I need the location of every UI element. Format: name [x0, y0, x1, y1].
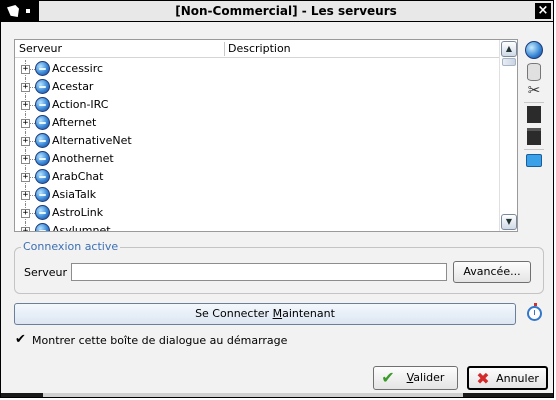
expand-icon[interactable]: + — [21, 65, 30, 74]
list-item[interactable]: + Accessirc — [15, 60, 499, 78]
serveur-label: Serveur : — [24, 266, 75, 279]
checkmark-icon: ✔ — [381, 368, 395, 387]
valider-button[interactable]: ✔ Valider — [373, 366, 458, 390]
server-name: Accessirc — [52, 62, 104, 75]
scroll-thumb[interactable] — [502, 58, 516, 66]
system-menu-icon[interactable] — [1, 1, 39, 21]
clipboard-icon[interactable] — [527, 128, 541, 145]
servers-dialog: [Non-Commercial] - Les serveurs × Serveu… — [0, 0, 554, 398]
connect-label-suffix: aintenant — [282, 307, 335, 320]
globe-icon — [35, 187, 50, 202]
startup-checkbox[interactable]: ✔ — [14, 333, 27, 347]
window-title: [Non-Commercial] - Les serveurs — [175, 4, 397, 18]
server-name: Afternet — [52, 116, 97, 129]
expand-icon[interactable]: + — [21, 119, 30, 128]
connect-label-mnemonic: M — [272, 307, 283, 320]
column-header-serveur[interactable]: Serveur — [19, 42, 62, 55]
server-list[interactable]: Serveur Description + Accessirc + Acestar + A… — [14, 39, 518, 232]
expand-icon[interactable]: + — [21, 101, 30, 110]
expand-icon[interactable]: + — [21, 137, 30, 146]
globe-icon — [35, 97, 50, 112]
connect-now-button[interactable]: Se Connecter Maintenant — [14, 303, 516, 325]
bottom-frame — [1, 393, 553, 397]
list-item[interactable]: + AsiaTalk — [15, 186, 499, 204]
document-icon[interactable] — [527, 106, 541, 123]
database-icon[interactable] — [527, 63, 541, 81]
vertical-scrollbar[interactable]: ▲ ▼ — [499, 40, 517, 231]
list-item[interactable]: + Afternet — [15, 114, 499, 132]
column-header-description[interactable]: Description — [228, 42, 291, 55]
globe-icon — [35, 133, 50, 148]
startup-checkbox-label[interactable]: Montrer cette boîte de dialogue au démar… — [32, 334, 287, 347]
list-item[interactable]: + Action-IRC — [15, 96, 499, 114]
expand-icon[interactable]: + — [21, 173, 30, 182]
server-name: AlternativeNet — [52, 134, 132, 147]
list-item[interactable]: + ArabChat — [15, 168, 499, 186]
globe-icon — [35, 151, 50, 166]
connexion-group-title: Connexion active — [21, 240, 121, 253]
expand-icon[interactable]: + — [21, 227, 30, 231]
server-name: ArabChat — [52, 170, 104, 183]
server-name: Acestar — [52, 80, 94, 93]
annuler-button[interactable]: ✖ Annuler — [467, 366, 548, 390]
list-item[interactable]: + Anothernet — [15, 150, 499, 168]
scroll-up-button[interactable]: ▲ — [501, 41, 517, 57]
valider-label: alider — [413, 371, 445, 384]
server-name: Anothernet — [52, 152, 114, 165]
globe-icon — [35, 79, 50, 94]
globe-icon — [35, 61, 50, 76]
globe-icon — [35, 169, 50, 184]
cross-icon: ✖ — [476, 369, 490, 388]
list-item[interactable]: + AstroLink — [15, 204, 499, 222]
list-item[interactable]: + AlternativeNet — [15, 132, 499, 150]
folder-icon[interactable] — [526, 154, 542, 167]
expand-icon[interactable]: + — [21, 209, 30, 218]
connect-label-prefix: Se Connecter — [195, 307, 273, 320]
globe-icon[interactable] — [525, 41, 543, 59]
serveur-input[interactable] — [71, 263, 447, 281]
title-bar[interactable]: [Non-Commercial] - Les serveurs × — [1, 1, 553, 22]
scroll-down-button[interactable]: ▼ — [501, 214, 517, 230]
server-rows: + Accessirc + Acestar + Action-IRC + Afternet + A… — [15, 60, 499, 231]
expand-icon[interactable]: + — [21, 155, 30, 164]
server-name: Asylumnet — [52, 224, 111, 231]
avancee-button[interactable]: Avancée... — [453, 261, 531, 283]
server-name: Action-IRC — [52, 98, 109, 111]
close-button[interactable]: × — [535, 3, 551, 19]
server-name: AstroLink — [52, 206, 104, 219]
list-item[interactable]: + Asylumnet — [15, 222, 499, 231]
globe-icon — [35, 205, 50, 220]
timer-icon[interactable] — [527, 303, 542, 321]
annuler-label: Annuler — [496, 372, 539, 385]
globe-icon — [35, 115, 50, 130]
scissors-icon[interactable]: ✂ — [525, 81, 543, 99]
server-name: AsiaTalk — [52, 188, 97, 201]
expand-icon[interactable]: + — [21, 191, 30, 200]
globe-icon — [35, 223, 50, 231]
list-header: Serveur Description — [15, 40, 499, 58]
list-item[interactable]: + Acestar — [15, 78, 499, 96]
expand-icon[interactable]: + — [21, 83, 30, 92]
